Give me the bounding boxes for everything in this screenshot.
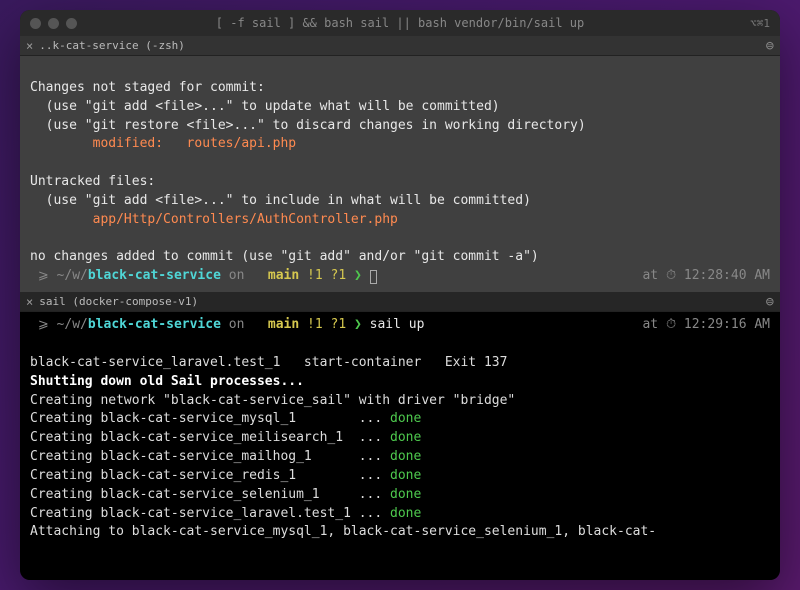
pane-menu-icon[interactable]: ⊜ xyxy=(766,294,774,310)
zoom-dot[interactable] xyxy=(66,18,77,29)
bottom-tab-label[interactable]: sail (docker-compose-v1) xyxy=(39,295,198,308)
output-line: black-cat-service_laravel.test_1 start-c… xyxy=(30,355,507,370)
done-label: done xyxy=(390,449,421,464)
cursor xyxy=(370,270,377,284)
prompt-on: on xyxy=(221,267,252,286)
clock-icon: ⏱ xyxy=(666,268,684,283)
prompt-arrow: ❯ xyxy=(346,316,369,335)
output-create-redis: Creating black-cat-service_redis_1 ... xyxy=(30,468,390,483)
prompt-repo: black-cat-service xyxy=(88,316,221,335)
git-branch-icon xyxy=(252,316,260,335)
git-modified-file: routes/api.php xyxy=(187,136,297,151)
git-hint-add: (use "git add <file>..." to update what … xyxy=(30,99,500,114)
top-pane-tabbar: × ..k-cat-service (-zsh) ⊜ xyxy=(20,36,780,56)
prompt-git-status: !1 ?1 xyxy=(299,267,346,286)
traffic-lights xyxy=(30,18,77,29)
done-label: done xyxy=(390,487,421,502)
close-icon[interactable]: × xyxy=(26,295,33,309)
close-icon[interactable]: × xyxy=(26,39,33,53)
prompt-branch: main xyxy=(260,267,299,286)
prompt-path-prefix: ⩾ ~/w/ xyxy=(30,267,88,286)
titlebar[interactable]: [ -f sail ] && bash sail || bash vendor/… xyxy=(20,10,780,36)
done-label: done xyxy=(390,468,421,483)
top-terminal-pane[interactable]: Changes not staged for commit: (use "git… xyxy=(20,56,780,292)
git-untracked-file: app/Http/Controllers/AuthController.php xyxy=(30,212,398,227)
git-untracked-header: Untracked files: xyxy=(30,174,155,189)
minimize-dot[interactable] xyxy=(48,18,59,29)
done-label: done xyxy=(390,506,421,521)
window-title: [ -f sail ] && bash sail || bash vendor/… xyxy=(20,16,780,30)
prompt-arrow: ❯ xyxy=(346,267,369,286)
prompt-branch: main xyxy=(260,316,299,335)
pane-menu-icon[interactable]: ⊜ xyxy=(766,38,774,54)
prompt-git-status: !1 ?1 xyxy=(299,316,346,335)
prompt-at: at xyxy=(642,268,665,283)
git-status-line: Changes not staged for commit: xyxy=(30,80,265,95)
prompt-at: at xyxy=(642,317,665,332)
prompt-time: 12:29:16 AM xyxy=(684,317,770,332)
git-hint-restore: (use "git restore <file>..." to discard … xyxy=(30,118,586,133)
bottom-pane-tabbar: × sail (docker-compose-v1) ⊜ xyxy=(20,292,780,312)
prompt-time: 12:28:40 AM xyxy=(684,268,770,283)
bottom-terminal-pane[interactable]: ⩾ ~/w/black-cat-service on main !1 ?1 ❯ … xyxy=(20,312,780,580)
clock-icon: ⏱ xyxy=(666,317,684,332)
output-create-laravel: Creating black-cat-service_laravel.test_… xyxy=(30,506,390,521)
terminal-window: [ -f sail ] && bash sail || bash vendor/… xyxy=(20,10,780,580)
output-attaching: Attaching to black-cat-service_mysql_1, … xyxy=(30,524,656,539)
window-shortcut: ⌥⌘1 xyxy=(750,17,770,30)
output-shutdown: Shutting down old Sail processes... xyxy=(30,374,304,389)
git-modified-label: modified: xyxy=(30,136,187,151)
top-tab-label[interactable]: ..k-cat-service (-zsh) xyxy=(39,39,185,52)
bottom-prompt: ⩾ ~/w/black-cat-service on main !1 ?1 ❯ … xyxy=(30,316,770,335)
output-create-selenium: Creating black-cat-service_selenium_1 ..… xyxy=(30,487,390,502)
close-dot[interactable] xyxy=(30,18,41,29)
output-create-meilisearch: Creating black-cat-service_meilisearch_1… xyxy=(30,430,390,445)
done-label: done xyxy=(390,430,421,445)
output-create-mysql: Creating black-cat-service_mysql_1 ... xyxy=(30,411,390,426)
prompt-on: on xyxy=(221,316,252,335)
top-prompt: ⩾ ~/w/black-cat-service on main !1 ?1 ❯ … xyxy=(30,267,770,286)
prompt-repo: black-cat-service xyxy=(88,267,221,286)
git-no-changes: no changes added to commit (use "git add… xyxy=(30,249,539,264)
git-branch-icon xyxy=(252,267,260,286)
prompt-command: sail up xyxy=(370,316,425,335)
done-label: done xyxy=(390,411,421,426)
output-create-mailhog: Creating black-cat-service_mailhog_1 ... xyxy=(30,449,390,464)
git-hint-include: (use "git add <file>..." to include in w… xyxy=(30,193,531,208)
output-network: Creating network "black-cat-service_sail… xyxy=(30,393,515,408)
prompt-path-prefix: ⩾ ~/w/ xyxy=(30,316,88,335)
